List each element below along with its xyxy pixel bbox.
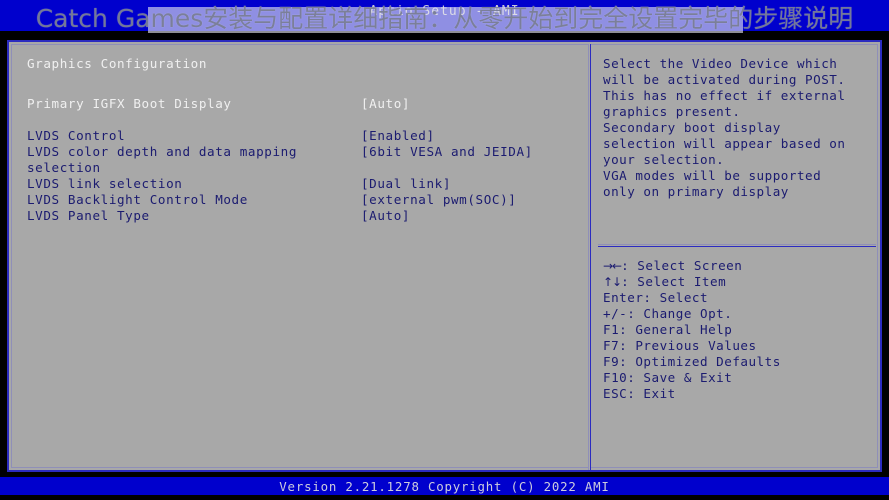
setting-value[interactable]: [Auto]	[361, 208, 410, 224]
setting-label-continuation: selection	[27, 160, 101, 175]
key-legend-previous-values: F7: Previous Values	[603, 338, 757, 353]
setting-value[interactable]: [Auto]	[361, 96, 410, 112]
panel-divider	[588, 44, 591, 470]
key-legend-block: →←: Select Screen ↑↓: Select Item Enter:…	[603, 258, 875, 402]
key-legend-text: : Select Screen	[621, 258, 743, 273]
setting-value[interactable]: [6bit VESA and JEIDA]	[361, 144, 533, 160]
overlay-caption: Catch Games安装与配置详细指南：从零开始到完全设置完毕的步骤说明	[35, 4, 854, 33]
help-line: VGA modes will be supported	[603, 168, 822, 183]
footer-version-text: Version 2.21.1278 Copyright (C) 2022 AMI	[279, 479, 610, 494]
settings-group-title: Graphics Configuration	[27, 56, 208, 71]
key-legend-general-help: F1: General Help	[603, 322, 733, 337]
settings-panel: Graphics Configuration Primary IGFX Boot…	[9, 42, 587, 470]
key-legend-optimized-defaults: F9: Optimized Defaults	[603, 354, 781, 369]
help-line: will be activated during POST.	[603, 72, 846, 87]
arrow-up-down-icon: ↑↓	[603, 275, 622, 289]
setting-row-primary-igfx-boot-display[interactable]: Primary IGFX Boot Display [Auto]	[9, 96, 587, 112]
help-key-separator	[598, 244, 876, 247]
setting-row-lvds-panel-type[interactable]: LVDS Panel Type [Auto]	[9, 208, 587, 224]
setting-row-lvds-control[interactable]: LVDS Control [Enabled]	[9, 128, 587, 144]
help-line: Secondary boot display	[603, 120, 781, 135]
key-legend-change-opt: +/-: Change Opt.	[603, 306, 733, 321]
key-legend-text: : Select Item	[621, 274, 727, 289]
key-legend-save-exit: F10: Save & Exit	[603, 370, 733, 385]
setting-label: Primary IGFX Boot Display	[27, 96, 232, 111]
setting-label: LVDS Panel Type	[27, 208, 150, 223]
setting-label: LVDS link selection	[27, 176, 183, 191]
help-line: graphics present.	[603, 104, 741, 119]
setup-frame: Graphics Configuration Primary IGFX Boot…	[7, 40, 882, 472]
help-line: your selection.	[603, 152, 725, 167]
setting-value[interactable]: [Dual link]	[361, 176, 451, 192]
setting-label: LVDS Control	[27, 128, 126, 143]
key-legend-esc-exit: ESC: Exit	[603, 386, 676, 401]
setting-label: LVDS Backlight Control Mode	[27, 192, 248, 207]
setting-row-lvds-color-depth[interactable]: LVDS color depth and data mapping [6bit …	[9, 144, 587, 160]
help-text-block: Select the Video Device which will be ac…	[603, 56, 875, 200]
setting-value[interactable]: [Enabled]	[361, 128, 435, 144]
setting-row-lvds-link-selection[interactable]: LVDS link selection [Dual link]	[9, 176, 587, 192]
setting-value[interactable]: [external pwm(SOC)]	[361, 192, 516, 208]
arrow-left-right-icon: →←	[603, 259, 622, 273]
help-line: Select the Video Device which	[603, 56, 838, 71]
setting-row-lvds-backlight-control-mode[interactable]: LVDS Backlight Control Mode [external pw…	[9, 192, 587, 208]
key-legend-select-screen: →←: Select Screen	[603, 258, 875, 274]
key-legend-enter: Enter: Select	[603, 290, 709, 305]
help-line: This has no effect if external	[603, 88, 846, 103]
bios-setup-screen: Aptio Setup - AMI Catch Games安装与配置详细指南：从…	[0, 0, 889, 500]
key-legend-select-item: ↑↓: Select Item	[603, 274, 875, 290]
help-line: selection will appear based on	[603, 136, 846, 151]
help-panel: Select the Video Device which will be ac…	[592, 42, 880, 470]
setting-label: LVDS color depth and data mapping	[27, 144, 298, 159]
help-line: only on primary display	[603, 184, 789, 199]
footer-black-strip	[0, 495, 889, 500]
